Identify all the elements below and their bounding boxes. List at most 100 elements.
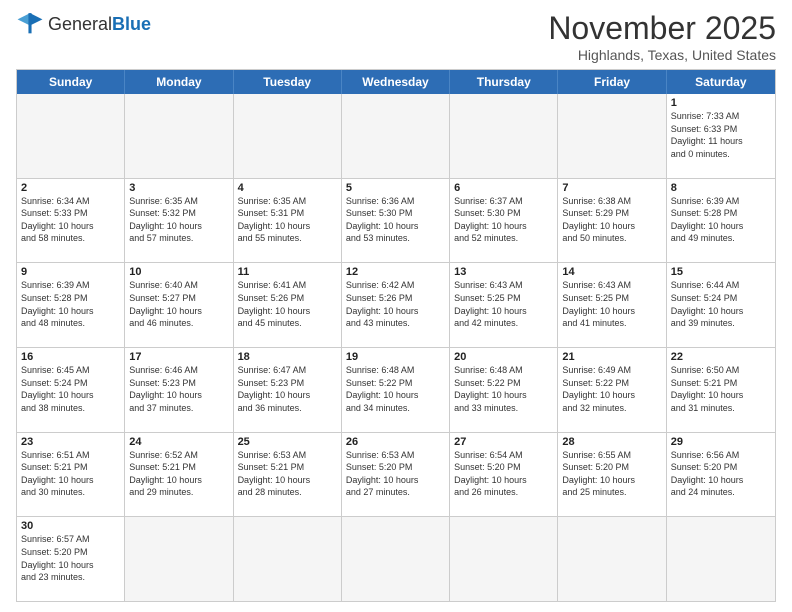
day-number: 12 [346,266,445,278]
day-info: Sunrise: 6:54 AM Sunset: 5:20 PM Dayligh… [454,449,553,499]
day-info: Sunrise: 6:43 AM Sunset: 5:25 PM Dayligh… [562,279,661,329]
calendar-header-row: SundayMondayTuesdayWednesdayThursdayFrid… [17,70,775,94]
day-number: 10 [129,266,228,278]
calendar-week-6: 30Sunrise: 6:57 AM Sunset: 5:20 PM Dayli… [17,516,775,601]
header-day-tuesday: Tuesday [234,70,342,94]
day-number: 6 [454,182,553,194]
day-number: 30 [21,520,120,532]
calendar-cell: 17Sunrise: 6:46 AM Sunset: 5:23 PM Dayli… [125,348,233,432]
header-day-wednesday: Wednesday [342,70,450,94]
day-number: 7 [562,182,661,194]
calendar-cell: 20Sunrise: 6:48 AM Sunset: 5:22 PM Dayli… [450,348,558,432]
calendar-cell [125,517,233,601]
day-number: 28 [562,436,661,448]
day-info: Sunrise: 6:36 AM Sunset: 5:30 PM Dayligh… [346,195,445,245]
day-number: 14 [562,266,661,278]
page: GeneralBlue November 2025 Highlands, Tex… [0,0,792,612]
day-info: Sunrise: 6:53 AM Sunset: 5:21 PM Dayligh… [238,449,337,499]
day-info: Sunrise: 6:41 AM Sunset: 5:26 PM Dayligh… [238,279,337,329]
calendar-cell [667,517,775,601]
day-info: Sunrise: 6:55 AM Sunset: 5:20 PM Dayligh… [562,449,661,499]
day-number: 13 [454,266,553,278]
day-number: 2 [21,182,120,194]
calendar-cell: 30Sunrise: 6:57 AM Sunset: 5:20 PM Dayli… [17,517,125,601]
calendar-cell: 8Sunrise: 6:39 AM Sunset: 5:28 PM Daylig… [667,179,775,263]
calendar-cell [234,517,342,601]
calendar-cell [450,517,558,601]
calendar-cell [125,94,233,178]
day-info: Sunrise: 6:38 AM Sunset: 5:29 PM Dayligh… [562,195,661,245]
day-info: Sunrise: 6:40 AM Sunset: 5:27 PM Dayligh… [129,279,228,329]
calendar-cell: 26Sunrise: 6:53 AM Sunset: 5:20 PM Dayli… [342,433,450,517]
day-number: 3 [129,182,228,194]
calendar-cell: 6Sunrise: 6:37 AM Sunset: 5:30 PM Daylig… [450,179,558,263]
day-number: 27 [454,436,553,448]
day-info: Sunrise: 6:34 AM Sunset: 5:33 PM Dayligh… [21,195,120,245]
calendar-cell [342,517,450,601]
day-info: Sunrise: 6:56 AM Sunset: 5:20 PM Dayligh… [671,449,771,499]
calendar-cell [342,94,450,178]
calendar-cell: 25Sunrise: 6:53 AM Sunset: 5:21 PM Dayli… [234,433,342,517]
calendar-week-3: 9Sunrise: 6:39 AM Sunset: 5:28 PM Daylig… [17,262,775,347]
day-number: 8 [671,182,771,194]
calendar-week-1: 1Sunrise: 7:33 AM Sunset: 6:33 PM Daylig… [17,94,775,178]
calendar-cell: 28Sunrise: 6:55 AM Sunset: 5:20 PM Dayli… [558,433,666,517]
calendar-cell: 1Sunrise: 7:33 AM Sunset: 6:33 PM Daylig… [667,94,775,178]
calendar-title: November 2025 [548,10,776,47]
day-number: 22 [671,351,771,363]
day-number: 21 [562,351,661,363]
day-number: 19 [346,351,445,363]
day-info: Sunrise: 6:39 AM Sunset: 5:28 PM Dayligh… [671,195,771,245]
calendar-cell: 24Sunrise: 6:52 AM Sunset: 5:21 PM Dayli… [125,433,233,517]
header-day-friday: Friday [558,70,666,94]
calendar-cell: 22Sunrise: 6:50 AM Sunset: 5:21 PM Dayli… [667,348,775,432]
logo: GeneralBlue [16,10,151,38]
day-number: 29 [671,436,771,448]
day-number: 25 [238,436,337,448]
header: GeneralBlue November 2025 Highlands, Tex… [16,10,776,63]
calendar-cell: 12Sunrise: 6:42 AM Sunset: 5:26 PM Dayli… [342,263,450,347]
calendar-week-5: 23Sunrise: 6:51 AM Sunset: 5:21 PM Dayli… [17,432,775,517]
calendar-cell: 9Sunrise: 6:39 AM Sunset: 5:28 PM Daylig… [17,263,125,347]
day-info: Sunrise: 6:48 AM Sunset: 5:22 PM Dayligh… [346,364,445,414]
day-info: Sunrise: 6:39 AM Sunset: 5:28 PM Dayligh… [21,279,120,329]
day-info: Sunrise: 6:35 AM Sunset: 5:32 PM Dayligh… [129,195,228,245]
calendar-cell: 7Sunrise: 6:38 AM Sunset: 5:29 PM Daylig… [558,179,666,263]
calendar-cell: 5Sunrise: 6:36 AM Sunset: 5:30 PM Daylig… [342,179,450,263]
calendar-cell [558,94,666,178]
day-number: 15 [671,266,771,278]
calendar-cell: 4Sunrise: 6:35 AM Sunset: 5:31 PM Daylig… [234,179,342,263]
day-info: Sunrise: 6:50 AM Sunset: 5:21 PM Dayligh… [671,364,771,414]
day-info: Sunrise: 6:45 AM Sunset: 5:24 PM Dayligh… [21,364,120,414]
calendar-subtitle: Highlands, Texas, United States [548,47,776,63]
logo-blue: Blue [112,14,151,34]
logo-general: General [48,14,112,34]
calendar-cell: 18Sunrise: 6:47 AM Sunset: 5:23 PM Dayli… [234,348,342,432]
day-number: 23 [21,436,120,448]
calendar-cell: 27Sunrise: 6:54 AM Sunset: 5:20 PM Dayli… [450,433,558,517]
calendar-cell: 11Sunrise: 6:41 AM Sunset: 5:26 PM Dayli… [234,263,342,347]
day-info: Sunrise: 6:35 AM Sunset: 5:31 PM Dayligh… [238,195,337,245]
day-info: Sunrise: 6:47 AM Sunset: 5:23 PM Dayligh… [238,364,337,414]
header-day-saturday: Saturday [667,70,775,94]
calendar-cell [17,94,125,178]
day-info: Sunrise: 6:37 AM Sunset: 5:30 PM Dayligh… [454,195,553,245]
title-block: November 2025 Highlands, Texas, United S… [548,10,776,63]
day-number: 11 [238,266,337,278]
day-number: 9 [21,266,120,278]
generalblue-logo-icon [16,10,44,38]
calendar-cell [450,94,558,178]
calendar-cell: 29Sunrise: 6:56 AM Sunset: 5:20 PM Dayli… [667,433,775,517]
calendar-cell: 3Sunrise: 6:35 AM Sunset: 5:32 PM Daylig… [125,179,233,263]
day-number: 24 [129,436,228,448]
calendar: SundayMondayTuesdayWednesdayThursdayFrid… [16,69,776,602]
header-day-sunday: Sunday [17,70,125,94]
calendar-cell: 14Sunrise: 6:43 AM Sunset: 5:25 PM Dayli… [558,263,666,347]
calendar-cell: 23Sunrise: 6:51 AM Sunset: 5:21 PM Dayli… [17,433,125,517]
day-info: Sunrise: 6:52 AM Sunset: 5:21 PM Dayligh… [129,449,228,499]
day-info: Sunrise: 6:57 AM Sunset: 5:20 PM Dayligh… [21,533,120,583]
day-info: Sunrise: 6:51 AM Sunset: 5:21 PM Dayligh… [21,449,120,499]
day-info: Sunrise: 6:43 AM Sunset: 5:25 PM Dayligh… [454,279,553,329]
calendar-cell [234,94,342,178]
day-number: 20 [454,351,553,363]
